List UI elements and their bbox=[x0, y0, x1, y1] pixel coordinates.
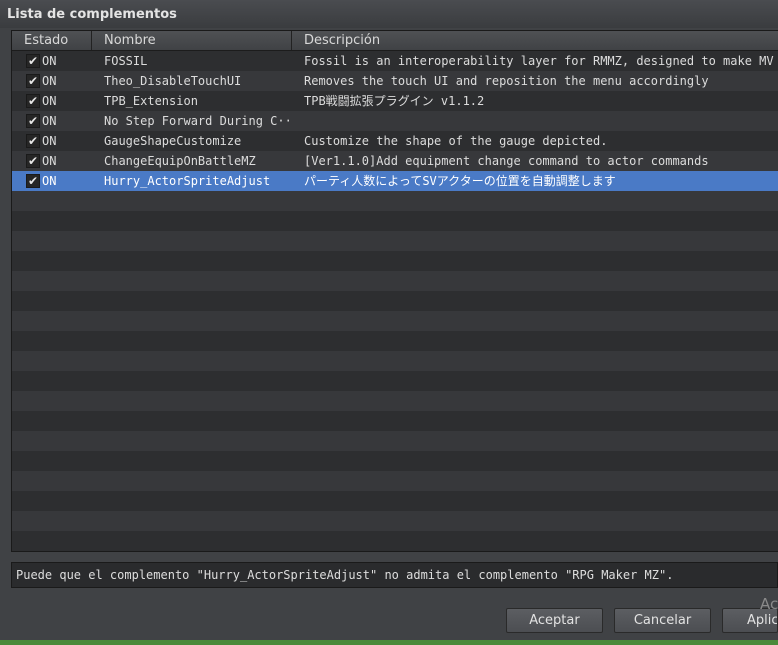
plugin-description: Fossil is an interoperability layer for … bbox=[304, 54, 778, 68]
empty-row bbox=[12, 311, 778, 331]
plugin-row[interactable]: ✔ ON GaugeShapeCustomize Customize the shap… bbox=[12, 131, 778, 151]
status-bar: Puede que el complemento "Hurry_ActorSpr… bbox=[11, 562, 778, 588]
empty-row bbox=[12, 531, 778, 551]
empty-row bbox=[12, 411, 778, 431]
window-title: Lista de complementos bbox=[7, 7, 177, 22]
plugin-row[interactable]: ✔ ON FOSSIL Fossil is an interoperability l… bbox=[12, 51, 778, 71]
checkbox-icon[interactable]: ✔ bbox=[26, 134, 40, 148]
plugin-name: Theo_DisableTouchUI bbox=[104, 74, 242, 88]
plugin-status: ON bbox=[42, 154, 57, 168]
plugin-status: ON bbox=[42, 54, 57, 68]
taskbar-strip bbox=[0, 640, 778, 645]
plugin-description: Customize the shape of the gauge depicte… bbox=[304, 134, 608, 148]
empty-row bbox=[12, 511, 778, 531]
plugin-name: FOSSIL bbox=[104, 54, 148, 68]
list-header: Estado Nombre Descripción bbox=[12, 31, 778, 51]
plugin-status: ON bbox=[42, 134, 57, 148]
column-header-description[interactable]: Descripción bbox=[292, 31, 778, 50]
empty-row bbox=[12, 191, 778, 211]
plugin-status: ON bbox=[42, 94, 57, 108]
plugin-status: ON bbox=[42, 114, 57, 128]
plugin-name: No Step Forward During C··· bbox=[104, 114, 290, 128]
plugin-name: Hurry_ActorSpriteAdjust bbox=[104, 174, 271, 188]
ok-button[interactable]: Aceptar bbox=[506, 608, 603, 633]
empty-row bbox=[12, 291, 778, 311]
column-header-name[interactable]: Nombre bbox=[92, 31, 292, 50]
empty-row bbox=[12, 471, 778, 491]
plugin-row[interactable]: ✔ ON No Step Forward During C··· bbox=[12, 111, 778, 131]
empty-row bbox=[12, 491, 778, 511]
empty-row bbox=[12, 391, 778, 411]
empty-row bbox=[12, 271, 778, 291]
empty-row bbox=[12, 231, 778, 251]
empty-row bbox=[12, 331, 778, 351]
title-bar: Lista de complementos bbox=[0, 0, 778, 28]
empty-row bbox=[12, 211, 778, 231]
checkbox-icon[interactable]: ✔ bbox=[26, 154, 40, 168]
plugin-name: TPB_Extension bbox=[104, 94, 198, 108]
plugin-status: ON bbox=[42, 74, 57, 88]
checkbox-icon[interactable]: ✔ bbox=[26, 94, 40, 108]
empty-row bbox=[12, 351, 778, 371]
checkbox-icon[interactable]: ✔ bbox=[26, 174, 40, 188]
plugin-row[interactable]: ✔ ON ChangeEquipOnBattleMZ [Ver1.1.0]Add eq… bbox=[12, 151, 778, 171]
plugin-description: [Ver1.1.0]Add equipment change command t… bbox=[304, 154, 709, 168]
plugin-description: パーティ人数によってSVアクターの位置を自動調整します bbox=[304, 174, 616, 188]
empty-row bbox=[12, 451, 778, 471]
watermark-text: Ac bbox=[760, 595, 778, 613]
plugin-row[interactable]: ✔ ON Hurry_ActorSpriteAdjust パーティ人数によってSVアク… bbox=[12, 171, 778, 191]
plugin-list[interactable]: Estado Nombre Descripción ✔ ON FOSSIL Fossi… bbox=[11, 30, 778, 552]
checkbox-icon[interactable]: ✔ bbox=[26, 54, 40, 68]
checkbox-icon[interactable]: ✔ bbox=[26, 114, 40, 128]
empty-row bbox=[12, 371, 778, 391]
cancel-button[interactable]: Cancelar bbox=[614, 608, 711, 633]
plugin-status: ON bbox=[42, 174, 57, 188]
plugin-row[interactable]: ✔ ON TPB_Extension TPB戦闘拡張プラグイン v1.1.2 bbox=[12, 91, 778, 111]
plugin-name: ChangeEquipOnBattleMZ bbox=[104, 154, 256, 168]
plugin-description: Removes the touch UI and reposition the … bbox=[304, 74, 709, 88]
checkbox-icon[interactable]: ✔ bbox=[26, 74, 40, 88]
empty-row bbox=[12, 251, 778, 271]
plugin-manager-window: Lista de complementos Estado Nombre Desc… bbox=[0, 0, 778, 645]
status-message: Puede que el complemento "Hurry_ActorSpr… bbox=[16, 568, 674, 582]
column-header-status[interactable]: Estado bbox=[12, 31, 92, 50]
empty-row bbox=[12, 431, 778, 451]
plugin-rows: ✔ ON FOSSIL Fossil is an interoperability l… bbox=[12, 51, 778, 551]
plugin-name: GaugeShapeCustomize bbox=[104, 134, 242, 148]
plugin-row[interactable]: ✔ ON Theo_DisableTouchUI Removes the touch … bbox=[12, 71, 778, 91]
plugin-description: TPB戦闘拡張プラグイン v1.1.2 bbox=[304, 94, 485, 108]
